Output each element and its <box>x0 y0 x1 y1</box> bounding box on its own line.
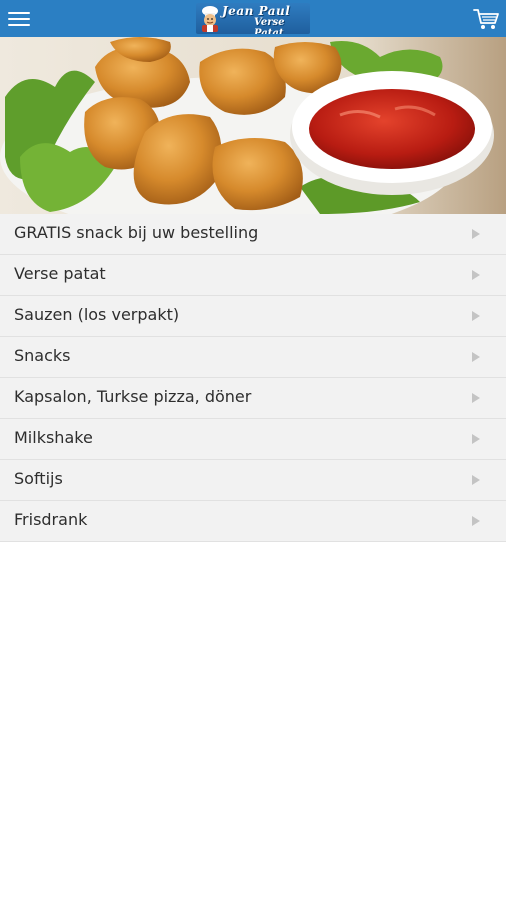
category-label: Milkshake <box>14 428 93 447</box>
category-label: Kapsalon, Turkse pizza, döner <box>14 387 252 406</box>
category-item-kapsalon[interactable]: Kapsalon, Turkse pizza, döner <box>0 378 506 419</box>
shopping-cart-icon[interactable] <box>472 5 500 33</box>
category-label: Snacks <box>14 346 71 365</box>
category-label: Verse patat <box>14 264 106 283</box>
category-item-snacks[interactable]: Snacks <box>0 337 506 378</box>
category-label: Frisdrank <box>14 510 88 529</box>
chevron-right-icon <box>472 516 480 526</box>
chevron-right-icon <box>472 393 480 403</box>
hamburger-menu-icon[interactable] <box>8 9 30 29</box>
category-label: Sauzen (los verpakt) <box>14 305 180 324</box>
category-item-frisdrank[interactable]: Frisdrank <box>0 501 506 542</box>
logo-subtitle: Verse Patat <box>254 17 285 34</box>
app-screen: Jean Paul Verse Patat GRATIS snack bij u… <box>0 0 506 900</box>
chevron-right-icon <box>472 229 480 239</box>
chevron-right-icon <box>472 352 480 362</box>
category-list: GRATIS snack bij uw bestelling Verse pat… <box>0 214 506 542</box>
chevron-right-icon <box>472 270 480 280</box>
category-label: Softijs <box>14 469 63 488</box>
logo-title: Jean Paul <box>222 4 291 18</box>
chevron-right-icon <box>472 434 480 444</box>
nuggets-image <box>0 37 506 214</box>
chevron-right-icon <box>472 475 480 485</box>
category-item-gratis-snack[interactable]: GRATIS snack bij uw bestelling <box>0 214 506 255</box>
top-bar: Jean Paul Verse Patat <box>0 0 506 37</box>
brand-logo[interactable]: Jean Paul Verse Patat <box>196 3 310 34</box>
hero-food-image <box>0 37 506 214</box>
category-item-softijs[interactable]: Softijs <box>0 460 506 501</box>
category-item-milkshake[interactable]: Milkshake <box>0 419 506 460</box>
category-item-sauzen[interactable]: Sauzen (los verpakt) <box>0 296 506 337</box>
category-item-verse-patat[interactable]: Verse patat <box>0 255 506 296</box>
chef-icon <box>202 6 218 32</box>
chevron-right-icon <box>472 311 480 321</box>
category-label: GRATIS snack bij uw bestelling <box>14 223 259 242</box>
